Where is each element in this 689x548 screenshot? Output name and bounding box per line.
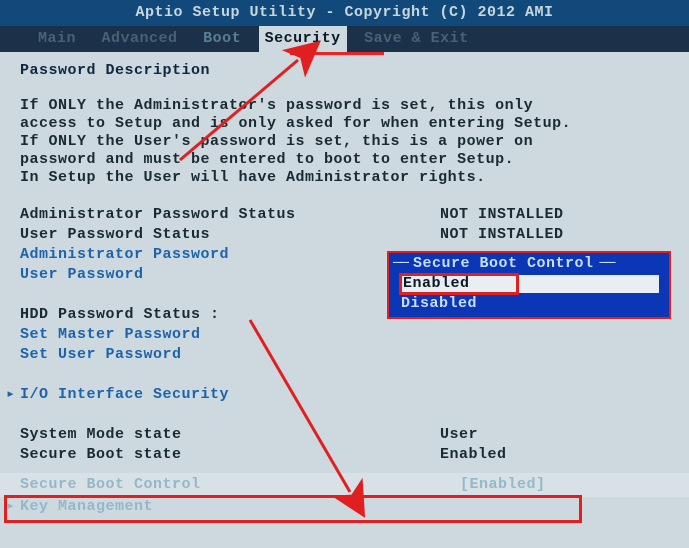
popup-secure-boot-control: ── Secure Boot Control ── Enabled Disabl… — [387, 251, 671, 319]
password-description-text: If ONLY the Administrator's password is … — [20, 97, 689, 187]
row-user-pw-status: User Password Status NOT INSTALLED — [20, 225, 689, 245]
section-heading: Password Description — [20, 62, 689, 79]
label-user-pw: User Password — [20, 265, 440, 285]
value-secure-boot-state: Enabled — [440, 445, 507, 465]
tab-save-exit[interactable]: Save & Exit — [356, 26, 477, 52]
popup-option-enabled[interactable]: Enabled — [399, 275, 659, 293]
row-key-management[interactable]: ▸ Key Management — [20, 497, 689, 517]
value-admin-pw-status: NOT INSTALLED — [440, 205, 564, 225]
row-secure-boot-state: Secure Boot state Enabled — [20, 445, 689, 465]
row-admin-pw-status: Administrator Password Status NOT INSTAL… — [20, 205, 689, 225]
tab-security[interactable]: Security — [259, 26, 347, 52]
annotation-underline-security — [290, 52, 384, 55]
label-admin-pw: Administrator Password — [20, 245, 440, 265]
row-set-user-pw[interactable]: Set User Password — [20, 345, 689, 365]
label-set-user-pw: Set User Password — [20, 345, 440, 365]
submenu-triangle-icon: ▸ — [6, 385, 16, 405]
value-system-mode-state: User — [440, 425, 478, 445]
label-io-interface-security: I/O Interface Security — [20, 385, 440, 405]
label-key-management: Key Management — [20, 497, 440, 517]
popup-title-row: ── Secure Boot Control ── — [389, 255, 669, 273]
row-io-interface-security[interactable]: ▸ I/O Interface Security — [20, 385, 689, 405]
label-hdd-pw-status: HDD Password Status : — [20, 305, 440, 325]
value-secure-boot-control: [Enabled] — [460, 473, 546, 497]
popup-title: Secure Boot Control — [407, 255, 600, 273]
label-user-pw-status: User Password Status — [20, 225, 440, 245]
tab-advanced[interactable]: Advanced — [94, 26, 186, 52]
label-set-master-pw: Set Master Password — [20, 325, 440, 345]
label-system-mode-state: System Mode state — [20, 425, 440, 445]
tab-boot[interactable]: Boot — [195, 26, 249, 52]
tab-main[interactable]: Main — [30, 26, 84, 52]
submenu-triangle-icon: ▸ — [6, 497, 16, 517]
value-user-pw-status: NOT INSTALLED — [440, 225, 564, 245]
bios-title: Aptio Setup Utility - Copyright (C) 2012… — [135, 4, 553, 21]
row-system-mode-state: System Mode state User — [20, 425, 689, 445]
label-secure-boot-state: Secure Boot state — [20, 445, 440, 465]
bios-title-bar: Aptio Setup Utility - Copyright (C) 2012… — [0, 0, 689, 26]
popup-option-disabled[interactable]: Disabled — [389, 295, 669, 313]
label-secure-boot-control: Secure Boot Control — [20, 473, 460, 497]
row-set-master-pw[interactable]: Set Master Password — [20, 325, 689, 345]
bios-tab-row: Main Advanced Boot Security Save & Exit — [0, 26, 689, 52]
row-secure-boot-control[interactable]: Secure Boot Control [Enabled] — [0, 473, 689, 497]
label-admin-pw-status: Administrator Password Status — [20, 205, 440, 225]
